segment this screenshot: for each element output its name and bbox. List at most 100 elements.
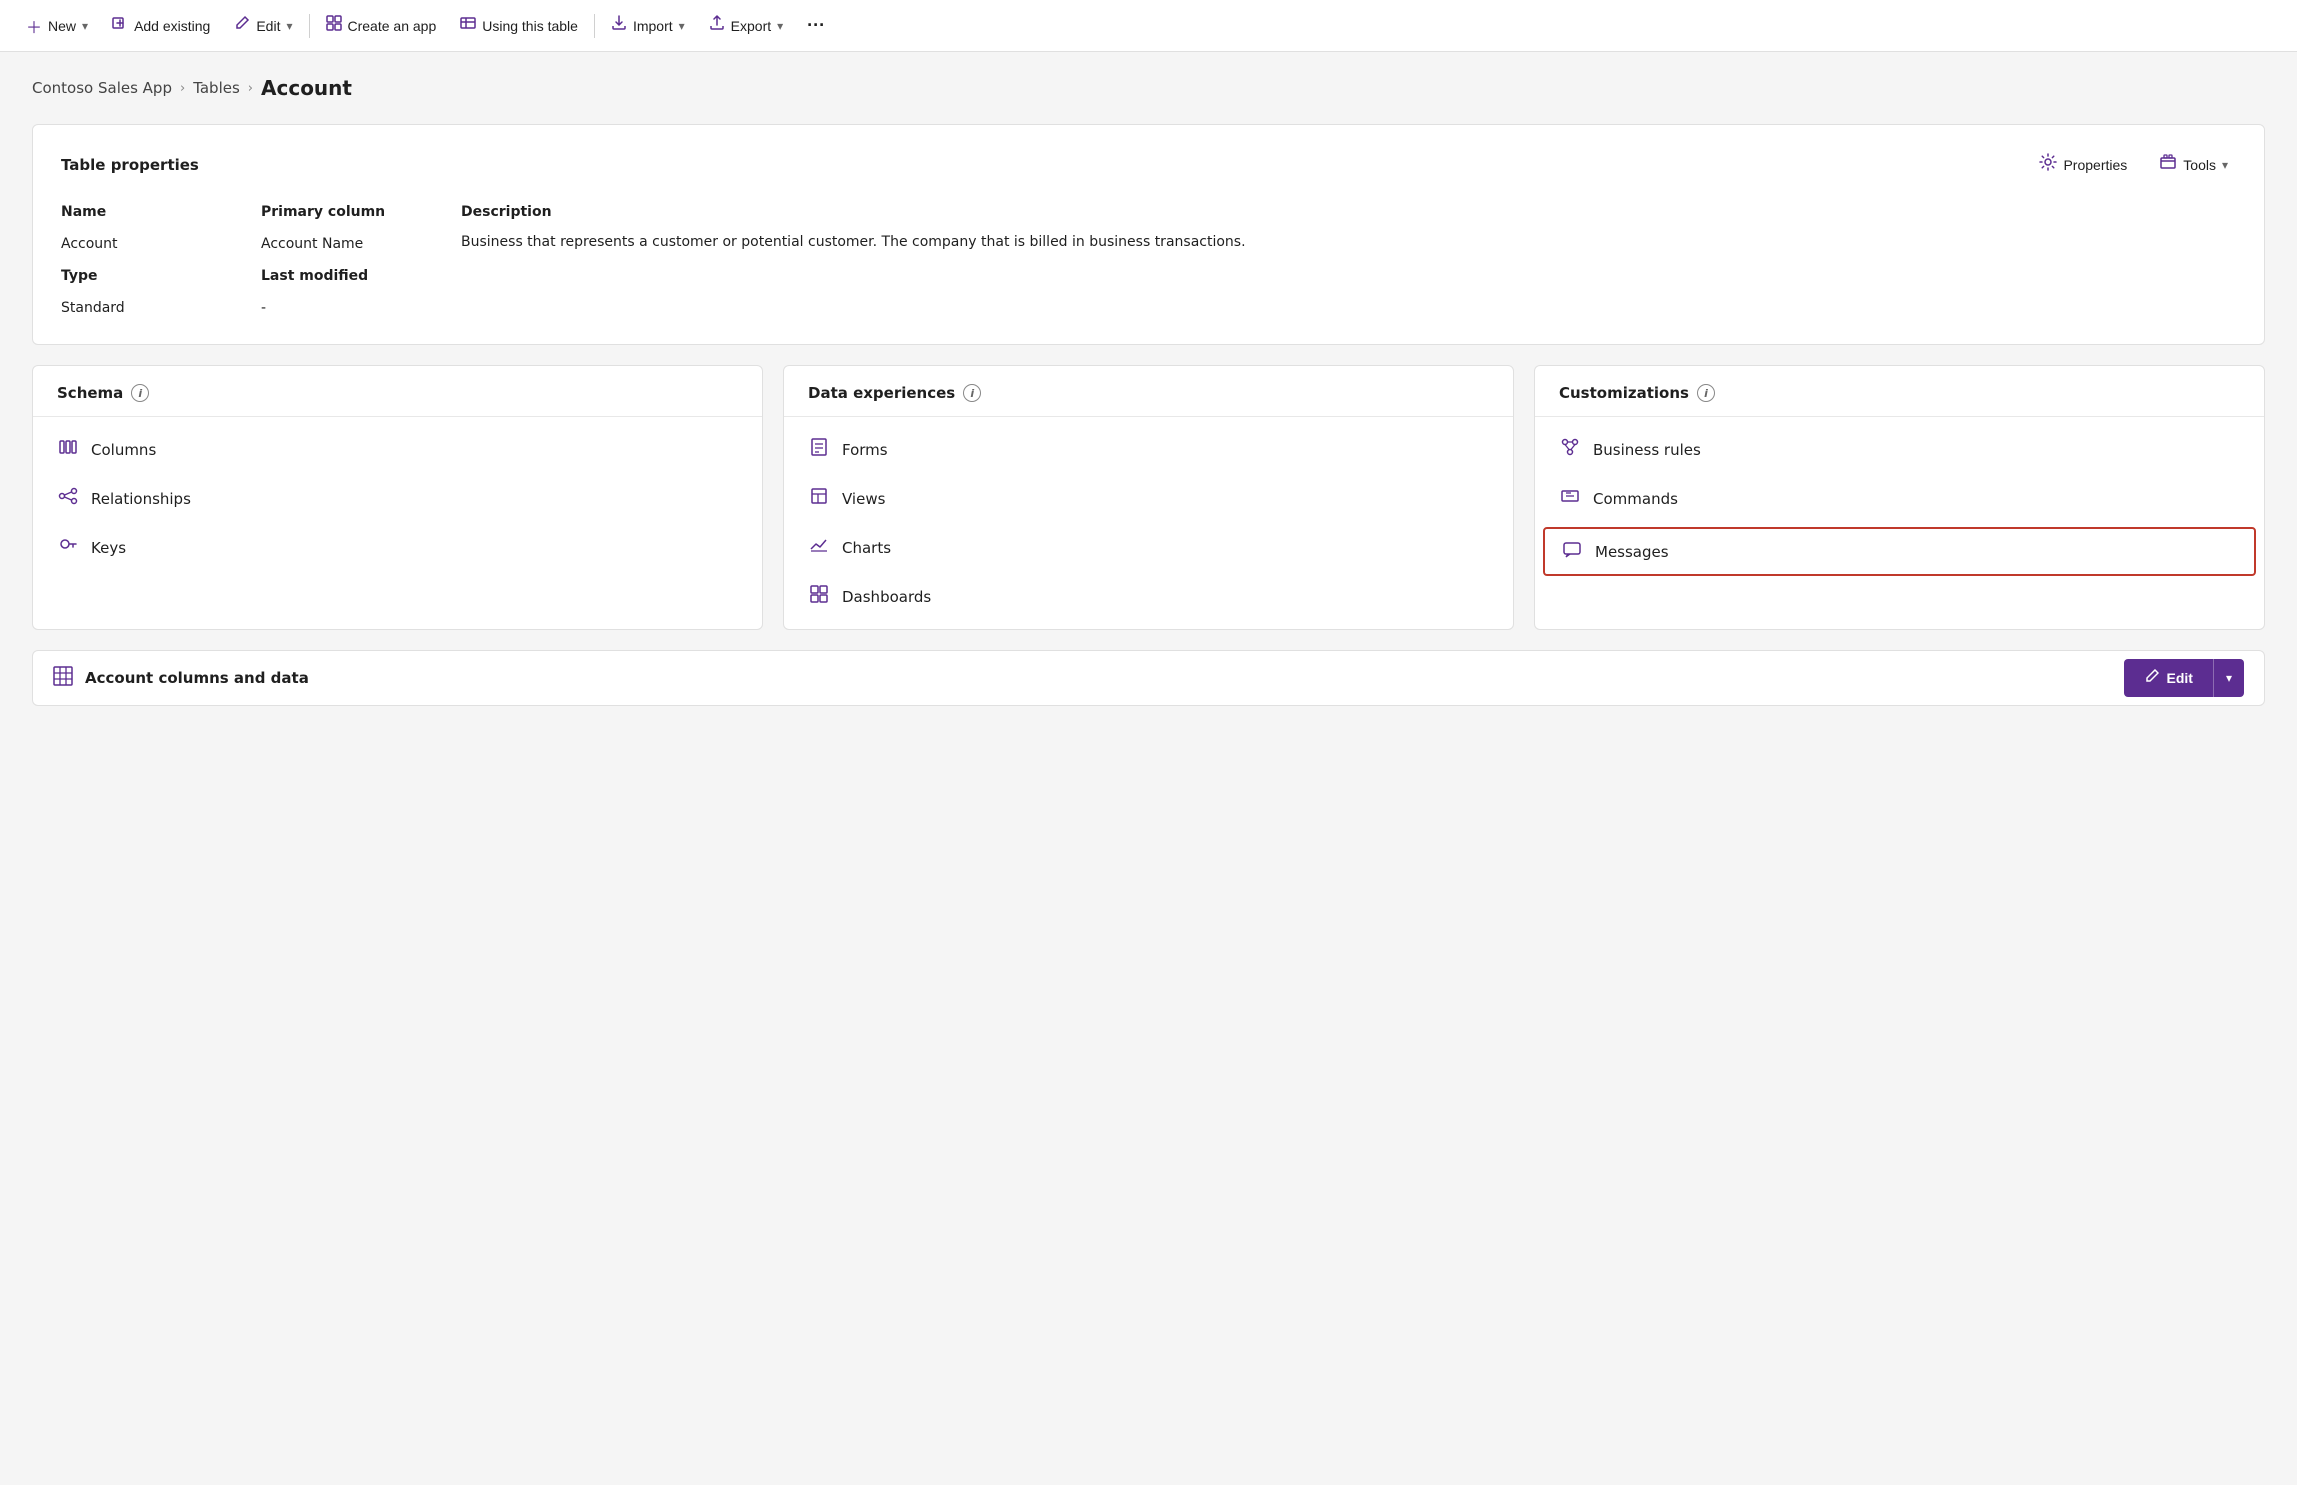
export-button[interactable]: Export ▾ [699,9,794,42]
data-experiences-header: Data experiences i [784,366,1513,417]
name-label: Name [61,200,261,224]
dashboards-item[interactable]: Dashboards [784,572,1513,621]
more-button[interactable]: ··· [797,9,835,42]
data-experiences-title: Data experiences [808,384,955,402]
breadcrumb-app[interactable]: Contoso Sales App [32,79,172,97]
business-rules-label: Business rules [1593,441,1701,459]
keys-label: Keys [91,539,126,557]
card-title: Table properties [61,156,199,174]
create-app-button[interactable]: Create an app [316,9,447,42]
customizations-items: Business rules Commands [1535,417,2264,588]
views-label: Views [842,490,885,508]
type-value: Standard [61,296,261,320]
export-chevron-icon: ▾ [777,19,783,33]
breadcrumb-sep-2: › [248,81,253,96]
primary-column-label: Primary column [261,200,461,224]
edit-icon [234,15,250,36]
card-actions: Properties Tools ▾ [2031,149,2236,180]
import-icon [611,15,627,36]
toolbar-divider-1 [309,14,310,38]
forms-icon [808,437,830,462]
edit-toolbar-button[interactable]: Edit ▾ [224,9,302,42]
toolbar: ＋ New ▾ Add existing Edit ▾ [0,0,2297,52]
tools-chevron-icon: ▾ [2222,158,2228,172]
schema-card: Schema i Columns [32,365,763,630]
last-modified-value: - [261,296,461,320]
dashboards-label: Dashboards [842,588,931,606]
primary-column-value: Account Name [261,232,461,256]
keys-icon [57,535,79,560]
views-item[interactable]: Views [784,474,1513,523]
grid-icon [53,666,73,691]
add-existing-button[interactable]: Add existing [102,9,220,42]
using-table-button[interactable]: Using this table [450,9,588,42]
main-content: Table properties Properties [0,112,2297,738]
export-icon [709,15,725,36]
edit-dropdown-button[interactable]: ▾ [2213,659,2244,697]
customizations-title: Customizations [1559,384,1689,402]
edit-main-button[interactable]: Edit [2124,659,2213,697]
import-label: Import [633,18,673,34]
description-label: Description [461,200,2236,224]
charts-label: Charts [842,539,891,557]
customizations-info-icon: i [1697,384,1715,402]
schema-header: Schema i [33,366,762,417]
section-row: Schema i Columns [32,365,2265,630]
edit-chevron-icon: ▾ [286,19,292,33]
business-rules-item[interactable]: Business rules [1535,425,2264,474]
charts-item[interactable]: Charts [784,523,1513,572]
views-icon [808,486,830,511]
export-label: Export [731,18,771,34]
new-button[interactable]: ＋ New ▾ [16,8,98,44]
data-experiences-card: Data experiences i Forms [783,365,1514,630]
business-rules-icon [1559,437,1581,462]
bottom-bar: Account columns and data Edit ▾ [32,650,2265,706]
card-header: Table properties Properties [61,149,2236,180]
edit-pencil-icon [2144,669,2159,687]
import-button[interactable]: Import ▾ [601,9,695,42]
create-app-label: Create an app [348,18,437,34]
relationships-item[interactable]: Relationships [33,474,762,523]
breadcrumb-area: Contoso Sales App › Tables › Account [0,52,2297,112]
relationships-label: Relationships [91,490,191,508]
breadcrumb-tables[interactable]: Tables [193,79,240,97]
edit-main-label: Edit [2167,670,2193,686]
keys-item[interactable]: Keys [33,523,762,572]
description-value: Business that represents a customer or p… [461,232,2236,320]
using-table-icon [460,15,476,36]
import-chevron-icon: ▾ [679,19,685,33]
bottom-bar-left: Account columns and data [53,666,309,691]
forms-item[interactable]: Forms [784,425,1513,474]
new-label: New [48,18,76,34]
edit-label: Edit [256,18,280,34]
breadcrumb-current: Account [261,76,352,100]
forms-label: Forms [842,441,888,459]
data-experiences-info-icon: i [963,384,981,402]
customizations-card: Customizations i Busi [1534,365,2265,630]
columns-item[interactable]: Columns [33,425,762,474]
tools-icon [2159,153,2177,176]
commands-label: Commands [1593,490,1678,508]
using-table-label: Using this table [482,18,578,34]
breadcrumb: Contoso Sales App › Tables › Account [32,76,2265,100]
new-chevron-icon: ▾ [82,19,88,33]
tools-button[interactable]: Tools ▾ [2151,149,2236,180]
properties-label: Properties [2063,157,2127,173]
more-label: ··· [807,15,825,36]
messages-icon [1561,539,1583,564]
messages-item[interactable]: Messages [1543,527,2256,576]
gear-icon [2039,153,2057,176]
columns-icon [57,437,79,462]
edit-dropdown-chevron-icon: ▾ [2226,671,2232,685]
toolbar-divider-2 [594,14,595,38]
create-app-icon [326,15,342,36]
edit-button-group: Edit ▾ [2124,659,2244,697]
charts-icon [808,535,830,560]
properties-button[interactable]: Properties [2031,149,2135,180]
add-existing-icon [112,15,128,36]
props-grid: Name Primary column Description Account … [61,200,2236,320]
commands-item[interactable]: Commands [1535,474,2264,523]
commands-icon [1559,486,1581,511]
dashboards-icon [808,584,830,609]
columns-label: Columns [91,441,156,459]
